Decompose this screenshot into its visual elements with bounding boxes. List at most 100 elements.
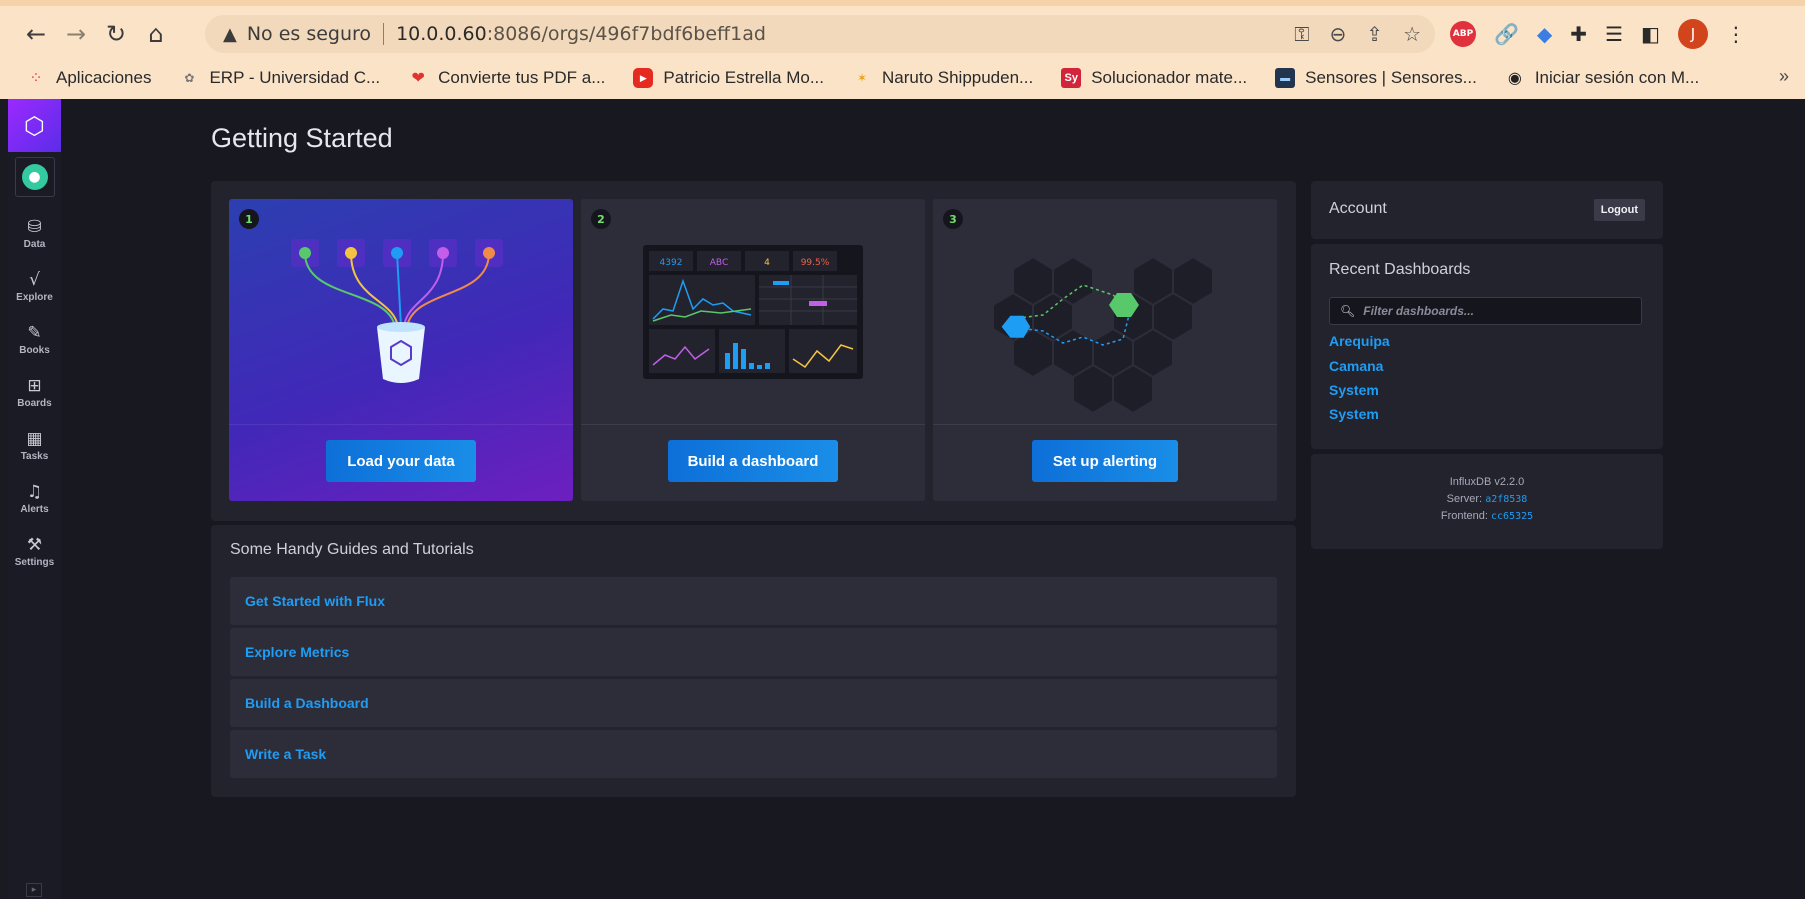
bookmark-erp[interactable]: ✿ ERP - Universidad C... [179,68,380,88]
notebook-icon: ✎ [27,323,42,343]
address-bar[interactable]: ▲ No es seguro 10.0.0.60:8086/orgs/496f7… [205,15,1435,53]
nav-item-settings[interactable]: ⚒ Settings [8,525,61,578]
dashboard-link[interactable]: System [1329,382,1379,398]
nav-item-data[interactable]: ⛁ Data [8,207,61,260]
url-text[interactable]: 10.0.0.60:8086/orgs/496f7bdf6beff1ad [396,23,766,45]
account-title: Account [1329,200,1387,217]
star-icon[interactable]: ☆ [1403,22,1421,46]
adblock-icon[interactable]: ABP [1450,21,1476,47]
bookmark-pdf[interactable]: ❤ Convierte tus PDF a... [408,68,605,88]
guide-link[interactable]: Build a Dashboard [230,679,1277,727]
getting-started-panel: 1 Load your data 2 4392 ABC 4 99.5% Buil… [211,181,1296,521]
wrench-icon: ⚒ [26,535,43,555]
influxdb-logo-icon[interactable]: ⬡ [8,99,61,152]
stat-value: ABC [710,258,728,268]
set-up-alerting-card[interactable]: 3 Set up alerting [933,199,1277,501]
stat-value: 4 [764,258,770,268]
profile-avatar[interactable]: J [1677,19,1708,49]
key-icon[interactable]: ⚿ [1294,22,1309,46]
nav-item-explore[interactable]: √ Explore [8,260,61,313]
stat-value: 4392 [660,258,683,268]
logout-button[interactable]: Logout [1593,199,1645,221]
load-data-button[interactable]: Load your data [326,440,476,482]
frontend-version: Frontend: cc65325 [1440,510,1534,522]
erp-icon: ✿ [184,71,195,85]
guides-title: Some Handy Guides and Tutorials [230,541,474,558]
dashboards-icon: ⊞ [27,376,42,396]
dashboard-illustration: 4392 ABC 4 99.5% [643,245,863,379]
menu-icon[interactable]: ⋮ [1726,22,1746,46]
card-divider [581,424,925,425]
bookmark-youtube[interactable]: ▶ Patricio Estrella Mo... [633,68,824,88]
nav-item-boards[interactable]: ⊞ Boards [8,366,61,419]
build-dashboard-button[interactable]: Build a dashboard [668,440,838,482]
insecure-label: No es seguro [246,23,372,45]
stat-value: 99.5% [801,258,830,268]
address-bar-actions: ⚿ ⊖ ⇪ ☆ [1294,15,1421,53]
user-avatar[interactable]: ● [14,157,55,197]
back-icon[interactable]: ← [18,16,54,52]
recent-dashboards-title: Recent Dashboards [1329,261,1471,278]
guide-link[interactable]: Explore Metrics [230,628,1277,676]
bookmark-iniciar-sesion[interactable]: ◉ Iniciar sesión con M... [1505,68,1699,88]
nav-item-books[interactable]: ✎ Books [8,313,61,366]
account-panel: Account Logout [1311,181,1663,239]
globe-icon: ◉ [1507,70,1522,87]
load-data-illustration [291,239,503,383]
youtube-icon: ▶ [633,68,654,88]
bookmarks-bar: ⁘ Aplicaciones ✿ ERP - Universidad C... … [0,58,1805,98]
share-icon[interactable]: ⇪ [1366,22,1383,46]
graph-icon: √ [29,270,40,290]
bookmark-apps[interactable]: ⁘ Aplicaciones [26,68,151,88]
bookmarks-overflow-icon[interactable]: » [1779,66,1789,87]
page-title: Getting Started [211,123,393,153]
user-icon: ● [21,164,48,190]
search-icon: 🔍︎ [1340,304,1356,318]
zoom-icon[interactable]: ⊖ [1330,22,1347,46]
browser-toolbar: ← → ↻ ⌂ ▲ No es seguro 10.0.0.60:8086/or… [0,12,1805,56]
card-divider [933,424,1277,425]
card-divider [229,424,573,425]
version-panel: InfluxDB v2.2.0 Server: a2f8538 Frontend… [1311,454,1663,549]
alerting-illustration [992,255,1214,415]
recent-dashboards-panel: Recent Dashboards 🔍︎ Filter dashboards..… [1311,244,1663,449]
version-text: InfluxDB v2.2.0 [1449,476,1525,488]
calendar-icon: ▦ [26,429,43,449]
build-dashboard-card[interactable]: 2 4392 ABC 4 99.5% Build a dashboard [581,199,925,501]
home-icon[interactable]: ⌂ [138,16,174,52]
reading-list-icon[interactable]: ☰ [1605,22,1623,46]
guide-link[interactable]: Write a Task [230,730,1277,778]
guide-link[interactable]: Get Started with Flux [230,577,1277,625]
link-extension-icon[interactable]: 🔗 [1494,22,1519,46]
bell-icon: ♫ [26,482,43,502]
database-icon: ⛁ [27,217,42,237]
bookmark-solucionador[interactable]: Sy Solucionador mate... [1061,68,1247,88]
server-version: Server: a2f8538 [1446,493,1528,505]
forward-icon[interactable]: → [58,16,94,52]
bookmark-sensores[interactable]: ▬ Sensores | Sensores... [1275,68,1477,88]
sensor-icon: ▬ [1275,68,1296,88]
side-panel-icon[interactable]: ◧ [1641,22,1660,46]
nav-item-alerts[interactable]: ♫ Alerts [8,472,61,525]
bookmark-naruto[interactable]: ✶ Naruto Shippuden... [852,68,1033,88]
dashboard-link[interactable]: System [1329,406,1379,422]
load-data-card[interactable]: 1 Load your data [229,199,573,501]
dashboard-link[interactable]: Camana [1329,358,1383,374]
reload-icon[interactable]: ↻ [98,16,134,52]
influxdb-app: ⬡ ● ⛁ Data √ Explore ✎ Books ⊞ Boards ▦ … [8,99,1805,899]
nav-item-tasks[interactable]: ▦ Tasks [8,419,61,472]
filter-dashboards-input[interactable]: 🔍︎ Filter dashboards... [1329,297,1642,325]
naruto-icon: ✶ [856,71,868,85]
set-up-alerting-button[interactable]: Set up alerting [1032,440,1178,482]
puzzle-icon[interactable]: ✚ [1570,22,1587,46]
dashboard-link[interactable]: Arequipa [1329,333,1390,349]
apps-grid-icon: ⁘ [29,70,43,87]
warning-icon: ▲ [223,23,237,45]
address-separator [383,23,385,45]
heart-icon: ❤ [411,70,425,87]
browser-chrome: ← → ↻ ⌂ ▲ No es seguro 10.0.0.60:8086/or… [0,0,1805,99]
sy-icon: Sy [1061,68,1082,88]
shape-extension-icon[interactable]: ◆ [1537,22,1552,46]
collapse-nav-icon[interactable]: ▸ [26,883,42,897]
extension-icons: ABP 🔗 ◆ ✚ ☰ ◧ J ⋮ [1450,15,1746,53]
